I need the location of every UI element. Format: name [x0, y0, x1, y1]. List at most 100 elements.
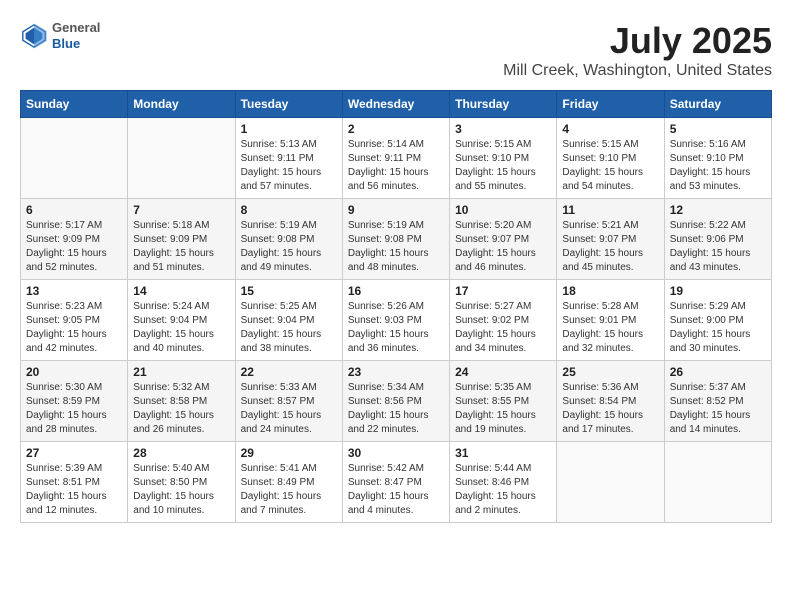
- col-header-monday: Monday: [128, 91, 235, 118]
- week-row-2: 6 Sunrise: 5:17 AM Sunset: 9:09 PM Daylig…: [21, 199, 772, 280]
- day-number: 25: [562, 365, 658, 379]
- day-number: 13: [26, 284, 122, 298]
- day-cell: 22Sunrise: 5:33 AM Sunset: 8:57 PM Dayli…: [235, 361, 342, 442]
- day-info: Sunrise: 5:16 AM Sunset: 9:10 PM Dayligh…: [670, 138, 766, 194]
- day-info: Sunrise: 5:30 AM Sunset: 8:59 PM Dayligh…: [26, 381, 122, 437]
- page-header: General Blue July 2025 Mill Creek, Washi…: [20, 20, 772, 80]
- day-info: Sunrise: 5:23 AM Sunset: 9:05 PM Dayligh…: [26, 300, 122, 356]
- day-cell: 9 Sunrise: 5:19 AM Sunset: 9:08 PM Daylig…: [342, 199, 449, 280]
- day-info: Sunrise: 5:26 AM Sunset: 9:03 PM Dayligh…: [348, 300, 444, 356]
- col-header-sunday: Sunday: [21, 91, 128, 118]
- day-info: Sunrise: 5:27 AM Sunset: 9:02 PM Dayligh…: [455, 300, 551, 356]
- day-info: Sunrise: 5:44 AM Sunset: 8:46 PM Dayligh…: [455, 462, 551, 518]
- day-number: 18: [562, 284, 658, 298]
- col-header-saturday: Saturday: [664, 91, 771, 118]
- day-number: 1: [241, 122, 337, 136]
- day-number: 2: [348, 122, 444, 136]
- calendar-subtitle: Mill Creek, Washington, United States: [503, 62, 772, 80]
- day-number: 26: [670, 365, 766, 379]
- day-info: Sunrise: 5:36 AM Sunset: 8:54 PM Dayligh…: [562, 381, 658, 437]
- day-number: 3: [455, 122, 551, 136]
- day-number: 27: [26, 446, 122, 460]
- day-number: 12: [670, 203, 766, 217]
- day-info: Sunrise: 5:18 AM Sunset: 9:09 PM Dayligh…: [133, 219, 229, 275]
- day-info: Sunrise: 5:19 AM Sunset: 9:08 PM Dayligh…: [241, 219, 337, 275]
- day-cell: [21, 118, 128, 199]
- day-cell: 1 Sunrise: 5:13 AM Sunset: 9:11 PM Daylig…: [235, 118, 342, 199]
- day-info: Sunrise: 5:25 AM Sunset: 9:04 PM Dayligh…: [241, 300, 337, 356]
- day-cell: 30Sunrise: 5:42 AM Sunset: 8:47 PM Dayli…: [342, 442, 449, 523]
- day-number: 7: [133, 203, 229, 217]
- day-info: Sunrise: 5:19 AM Sunset: 9:08 PM Dayligh…: [348, 219, 444, 275]
- day-info: Sunrise: 5:40 AM Sunset: 8:50 PM Dayligh…: [133, 462, 229, 518]
- day-cell: 6 Sunrise: 5:17 AM Sunset: 9:09 PM Daylig…: [21, 199, 128, 280]
- day-number: 6: [26, 203, 122, 217]
- logo-text: General Blue: [52, 20, 100, 51]
- day-info: Sunrise: 5:17 AM Sunset: 9:09 PM Dayligh…: [26, 219, 122, 275]
- day-number: 8: [241, 203, 337, 217]
- day-cell: [557, 442, 664, 523]
- week-row-1: 1 Sunrise: 5:13 AM Sunset: 9:11 PM Daylig…: [21, 118, 772, 199]
- day-cell: 25 Sunrise: 5:36 AM Sunset: 8:54 PM Dayli…: [557, 361, 664, 442]
- logo-icon: [20, 22, 48, 50]
- day-number: 9: [348, 203, 444, 217]
- day-number: 4: [562, 122, 658, 136]
- day-cell: 10 Sunrise: 5:20 AM Sunset: 9:07 PM Dayli…: [450, 199, 557, 280]
- day-cell: 24 Sunrise: 5:35 AM Sunset: 8:55 PM Dayli…: [450, 361, 557, 442]
- day-cell: 16 Sunrise: 5:26 AM Sunset: 9:03 PM Dayli…: [342, 280, 449, 361]
- logo-general: General: [52, 20, 100, 36]
- day-info: Sunrise: 5:33 AM Sunset: 8:57 PM Dayligh…: [241, 381, 337, 437]
- day-cell: 2 Sunrise: 5:14 AM Sunset: 9:11 PM Daylig…: [342, 118, 449, 199]
- day-cell: 31 Sunrise: 5:44 AM Sunset: 8:46 PM Dayli…: [450, 442, 557, 523]
- day-number: 15: [241, 284, 337, 298]
- day-cell: 19 Sunrise: 5:29 AM Sunset: 9:00 PM Dayli…: [664, 280, 771, 361]
- day-number: 31: [455, 446, 551, 460]
- day-info: Sunrise: 5:20 AM Sunset: 9:07 PM Dayligh…: [455, 219, 551, 275]
- day-cell: 5 Sunrise: 5:16 AM Sunset: 9:10 PM Daylig…: [664, 118, 771, 199]
- week-row-3: 13 Sunrise: 5:23 AM Sunset: 9:05 PM Dayli…: [21, 280, 772, 361]
- day-info: Sunrise: 5:22 AM Sunset: 9:06 PM Dayligh…: [670, 219, 766, 275]
- day-cell: 29 Sunrise: 5:41 AM Sunset: 8:49 PM Dayli…: [235, 442, 342, 523]
- day-info: Sunrise: 5:29 AM Sunset: 9:00 PM Dayligh…: [670, 300, 766, 356]
- week-row-5: 27Sunrise: 5:39 AM Sunset: 8:51 PM Dayli…: [21, 442, 772, 523]
- day-cell: 15 Sunrise: 5:25 AM Sunset: 9:04 PM Dayli…: [235, 280, 342, 361]
- day-info: Sunrise: 5:21 AM Sunset: 9:07 PM Dayligh…: [562, 219, 658, 275]
- day-info: Sunrise: 5:15 AM Sunset: 9:10 PM Dayligh…: [455, 138, 551, 194]
- col-header-thursday: Thursday: [450, 91, 557, 118]
- day-cell: 13 Sunrise: 5:23 AM Sunset: 9:05 PM Dayli…: [21, 280, 128, 361]
- day-number: 30: [348, 446, 444, 460]
- day-number: 14: [133, 284, 229, 298]
- day-cell: 12 Sunrise: 5:22 AM Sunset: 9:06 PM Dayli…: [664, 199, 771, 280]
- day-cell: 3 Sunrise: 5:15 AM Sunset: 9:10 PM Daylig…: [450, 118, 557, 199]
- day-number: 29: [241, 446, 337, 460]
- day-number: 24: [455, 365, 551, 379]
- day-info: Sunrise: 5:15 AM Sunset: 9:10 PM Dayligh…: [562, 138, 658, 194]
- day-cell: 27Sunrise: 5:39 AM Sunset: 8:51 PM Dayli…: [21, 442, 128, 523]
- day-info: Sunrise: 5:37 AM Sunset: 8:52 PM Dayligh…: [670, 381, 766, 437]
- day-info: Sunrise: 5:34 AM Sunset: 8:56 PM Dayligh…: [348, 381, 444, 437]
- day-cell: 18Sunrise: 5:28 AM Sunset: 9:01 PM Dayli…: [557, 280, 664, 361]
- logo-blue: Blue: [52, 36, 100, 52]
- day-number: 16: [348, 284, 444, 298]
- day-number: 20: [26, 365, 122, 379]
- day-cell: 11Sunrise: 5:21 AM Sunset: 9:07 PM Dayli…: [557, 199, 664, 280]
- day-number: 10: [455, 203, 551, 217]
- day-cell: 8 Sunrise: 5:19 AM Sunset: 9:08 PM Daylig…: [235, 199, 342, 280]
- calendar-table: SundayMondayTuesdayWednesdayThursdayFrid…: [20, 90, 772, 523]
- day-number: 17: [455, 284, 551, 298]
- day-number: 19: [670, 284, 766, 298]
- day-cell: 26 Sunrise: 5:37 AM Sunset: 8:52 PM Dayli…: [664, 361, 771, 442]
- week-row-4: 20 Sunrise: 5:30 AM Sunset: 8:59 PM Dayli…: [21, 361, 772, 442]
- day-cell: 14Sunrise: 5:24 AM Sunset: 9:04 PM Dayli…: [128, 280, 235, 361]
- day-info: Sunrise: 5:35 AM Sunset: 8:55 PM Dayligh…: [455, 381, 551, 437]
- day-info: Sunrise: 5:13 AM Sunset: 9:11 PM Dayligh…: [241, 138, 337, 194]
- col-header-wednesday: Wednesday: [342, 91, 449, 118]
- day-number: 5: [670, 122, 766, 136]
- title-block: July 2025 Mill Creek, Washington, United…: [503, 20, 772, 80]
- day-info: Sunrise: 5:14 AM Sunset: 9:11 PM Dayligh…: [348, 138, 444, 194]
- day-cell: 20 Sunrise: 5:30 AM Sunset: 8:59 PM Dayli…: [21, 361, 128, 442]
- day-info: Sunrise: 5:32 AM Sunset: 8:58 PM Dayligh…: [133, 381, 229, 437]
- day-info: Sunrise: 5:41 AM Sunset: 8:49 PM Dayligh…: [241, 462, 337, 518]
- calendar-title: July 2025: [503, 20, 772, 62]
- day-cell: 28Sunrise: 5:40 AM Sunset: 8:50 PM Dayli…: [128, 442, 235, 523]
